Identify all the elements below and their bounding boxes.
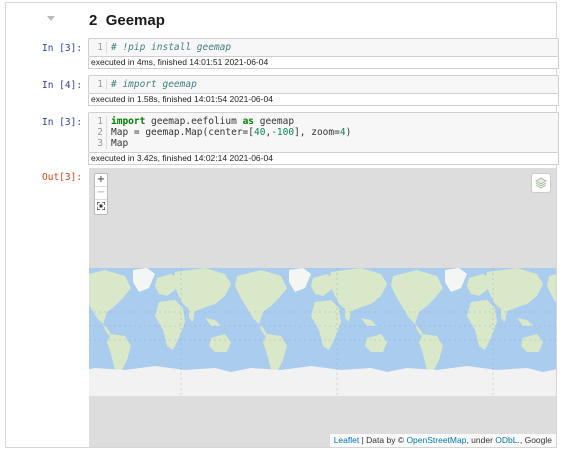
leaflet-map[interactable]: + − Leaflet | Data by © OpenStreetMap, u… [89, 168, 556, 447]
attribution-text: , under [466, 435, 496, 445]
execution-status: executed in 1.58s, finished 14:01:54 202… [88, 94, 559, 106]
code-cell[interactable]: 1 # !pip install geemap executed in 4ms,… [88, 38, 559, 69]
layers-icon[interactable] [531, 173, 551, 193]
world-tile-strip[interactable] [89, 268, 556, 396]
code-cell[interactable]: 1 2 3 import geemap.eefolium as geemap M… [88, 112, 559, 165]
zoom-out-button[interactable]: − [95, 186, 107, 200]
code-source[interactable]: import geemap.eefolium as geemap Map = g… [107, 116, 351, 149]
section-title: Geemap [105, 12, 165, 29]
attribution-text: | Data by © [359, 435, 407, 445]
leaflet-link[interactable]: Leaflet [334, 435, 360, 445]
odbl-link[interactable]: ODbL [495, 435, 517, 445]
cell-prompt: In [3]: [42, 43, 83, 54]
fullscreen-icon[interactable] [95, 202, 107, 214]
line-number: 1 [97, 42, 103, 53]
execution-status: executed in 3.42s, finished 14:02:14 202… [88, 153, 559, 165]
section-number: 2 [89, 12, 98, 29]
line-number: 3 [97, 138, 103, 149]
line-number: 1 [97, 116, 103, 127]
code-line[interactable]: Map [111, 138, 351, 149]
code-line[interactable]: # !pip install geemap [111, 42, 231, 53]
openstreetmap-link[interactable]: OpenStreetMap [406, 435, 466, 445]
code-editor[interactable]: 1 # !pip install geemap [88, 38, 559, 57]
line-numbers: 1 [89, 79, 107, 90]
section-heading: 2 Geemap [89, 11, 165, 31]
code-cell[interactable]: 1 # import geemap executed in 1.58s, fin… [88, 75, 559, 106]
attribution-text: ., Google [517, 435, 553, 445]
line-number: 1 [97, 79, 103, 90]
code-source[interactable]: # !pip install geemap [107, 42, 231, 53]
line-number: 2 [97, 127, 103, 138]
code-line[interactable]: import geemap.eefolium as geemap [111, 116, 351, 127]
map-attribution: Leaflet | Data by © OpenStreetMap, under… [329, 434, 556, 447]
notebook-frame: 2 Geemap In [3]: 1 # !pip install geemap… [5, 2, 559, 448]
code-editor[interactable]: 1 2 3 import geemap.eefolium as geemap M… [88, 112, 559, 153]
world-map-svg [89, 268, 556, 396]
cell-prompt: In [3]: [42, 117, 83, 128]
zoom-control: + − [94, 173, 108, 215]
line-numbers: 1 2 3 [89, 116, 107, 149]
code-line[interactable]: Map = geemap.Map(center=[40,-100], zoom=… [111, 127, 351, 138]
code-source[interactable]: # import geemap [107, 79, 197, 90]
execution-status: executed in 4ms, finished 14:01:51 2021-… [88, 57, 559, 69]
zoom-in-button[interactable]: + [95, 174, 107, 186]
code-line[interactable]: # import geemap [111, 79, 197, 90]
collapse-section-icon[interactable] [47, 16, 55, 21]
cell-prompt: In [4]: [42, 80, 83, 91]
code-editor[interactable]: 1 # import geemap [88, 75, 559, 94]
line-numbers: 1 [89, 42, 107, 53]
output-prompt: Out[3]: [42, 172, 83, 183]
